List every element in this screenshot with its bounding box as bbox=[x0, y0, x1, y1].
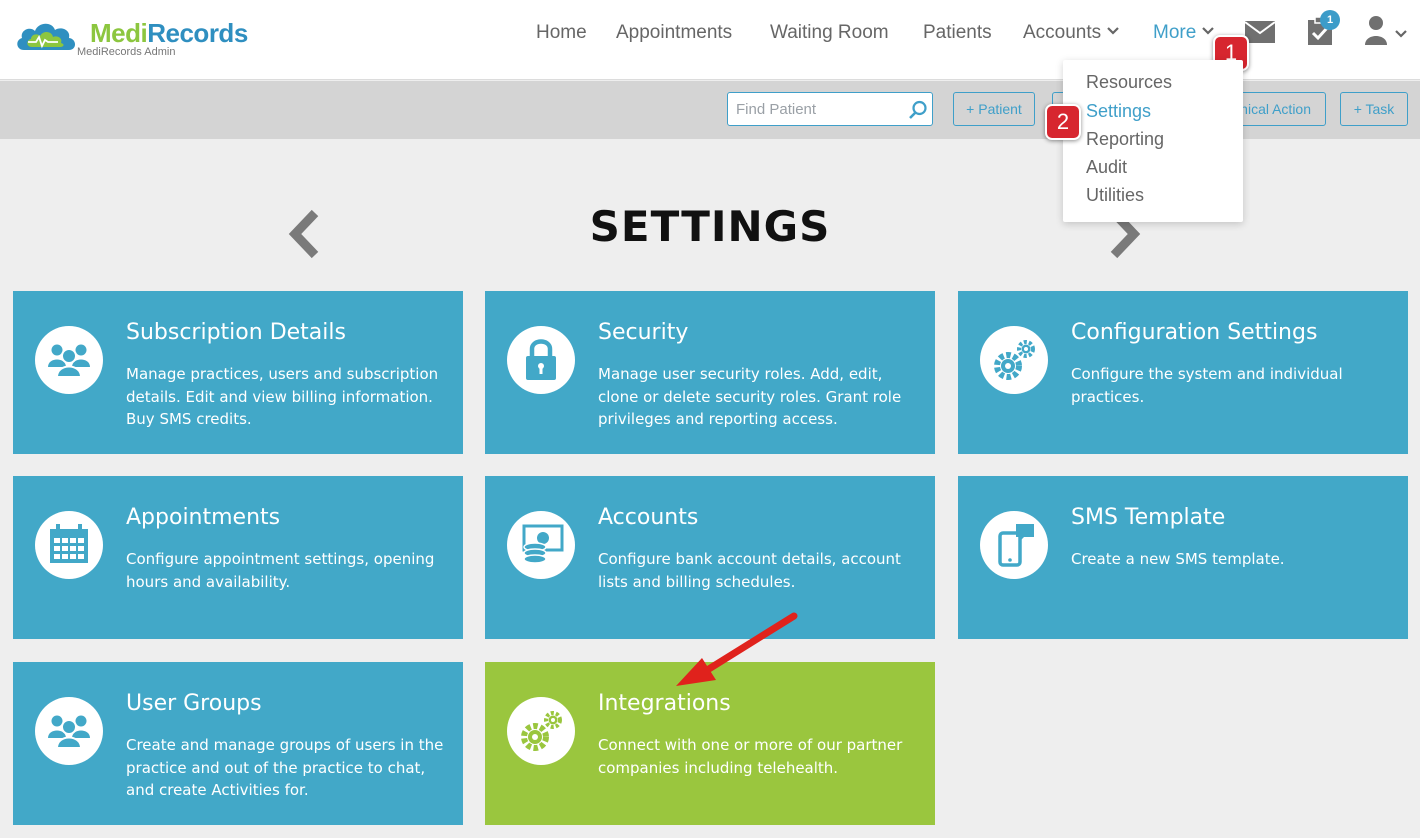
medirecords-logo[interactable]: MediRecords MediRecords Admin bbox=[12, 12, 252, 62]
logo-subtitle: MediRecords Admin bbox=[77, 46, 176, 58]
lock-icon bbox=[526, 339, 556, 380]
logo-wordmark: MediRecords bbox=[90, 18, 248, 48]
menu-item-settings[interactable]: Settings bbox=[1086, 101, 1151, 122]
tile-sms-template[interactable]: SMS Template Create a new SMS template. bbox=[958, 476, 1408, 639]
users-icon bbox=[48, 344, 90, 378]
find-patient-input[interactable] bbox=[736, 97, 901, 121]
menu-item-audit[interactable]: Audit bbox=[1086, 157, 1127, 178]
menu-item-reporting[interactable]: Reporting bbox=[1086, 129, 1164, 150]
phone-chat-icon bbox=[998, 524, 1034, 567]
nav-waiting-room[interactable]: Waiting Room bbox=[770, 22, 889, 44]
tile-subscription-details[interactable]: Subscription Details Manage practices, u… bbox=[13, 291, 463, 454]
search-icon[interactable] bbox=[908, 100, 928, 120]
nav-accounts[interactable]: Accounts bbox=[1023, 22, 1119, 44]
chevron-down-icon bbox=[1202, 27, 1215, 35]
tile-description: Create and manage groups of users in the… bbox=[126, 736, 444, 799]
tile-description: Configure bank account details, account … bbox=[598, 550, 901, 591]
tile-description: Configure appointment settings, opening … bbox=[126, 550, 435, 591]
tile-title: Security bbox=[598, 320, 689, 345]
tile-configuration-settings[interactable]: Configuration Settings Configure the sys… bbox=[958, 291, 1408, 454]
more-dropdown-menu: Resources Settings Reporting Audit Utili… bbox=[1063, 60, 1243, 222]
money-icon bbox=[522, 524, 564, 564]
add-patient-button[interactable]: + Patient bbox=[953, 92, 1035, 126]
users-icon bbox=[48, 715, 90, 749]
nav-patients[interactable]: Patients bbox=[923, 22, 992, 44]
tile-title: Configuration Settings bbox=[1071, 320, 1318, 345]
nav-more[interactable]: More bbox=[1153, 22, 1215, 44]
tile-title: Appointments bbox=[126, 505, 281, 530]
find-patient-search bbox=[727, 92, 933, 126]
nav-home[interactable]: Home bbox=[536, 22, 587, 44]
tile-description: Manage practices, users and subscription… bbox=[126, 365, 439, 428]
tile-description: Manage user security roles. Add, edit, c… bbox=[598, 365, 902, 428]
tile-title: SMS Template bbox=[1071, 505, 1226, 530]
tile-title: Accounts bbox=[598, 505, 699, 530]
tasks-count-badge: 1 bbox=[1320, 10, 1340, 30]
mail-icon[interactable] bbox=[1245, 21, 1275, 43]
tile-description: Connect with one or more of our partner … bbox=[598, 736, 903, 777]
tile-security[interactable]: Security Manage user security roles. Add… bbox=[485, 291, 935, 454]
tile-title: Subscription Details bbox=[126, 320, 346, 345]
gears-icon bbox=[521, 711, 562, 751]
tile-title: User Groups bbox=[126, 691, 262, 716]
tile-description: Configure the system and individual prac… bbox=[1071, 365, 1343, 406]
cloud-logo-icon bbox=[17, 23, 75, 50]
chevron-down-icon bbox=[1107, 27, 1119, 35]
user-icon[interactable] bbox=[1364, 14, 1408, 46]
step-callout-2: 2 bbox=[1045, 104, 1081, 140]
annotation-arrow-icon bbox=[676, 612, 798, 686]
tile-appointments[interactable]: Appointments Configure appointment setti… bbox=[13, 476, 463, 639]
menu-item-resources[interactable]: Resources bbox=[1086, 72, 1172, 93]
nav-appointments[interactable]: Appointments bbox=[616, 22, 732, 44]
calendar-icon bbox=[50, 524, 88, 563]
previous-arrow-icon[interactable] bbox=[285, 207, 325, 261]
gears-icon bbox=[994, 340, 1035, 380]
tile-user-groups[interactable]: User Groups Create and manage groups of … bbox=[13, 662, 463, 825]
menu-item-utilities[interactable]: Utilities bbox=[1086, 185, 1144, 206]
add-task-button[interactable]: + Task bbox=[1340, 92, 1408, 126]
tile-description: Create a new SMS template. bbox=[1071, 550, 1285, 568]
